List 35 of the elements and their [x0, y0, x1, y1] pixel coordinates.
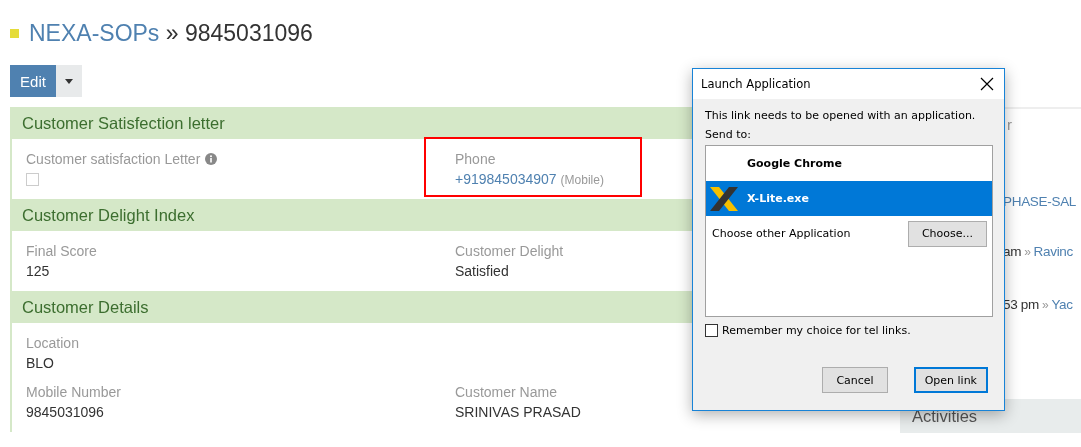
field-label: Phone [455, 151, 496, 167]
dialog-title: Launch Application [701, 77, 811, 91]
field-value: Satisfied [455, 263, 510, 279]
record-link[interactable]: PHASE-SAL [1003, 194, 1077, 209]
edit-button[interactable]: Edit [10, 65, 56, 97]
phone-type: (Mobile) [560, 173, 604, 187]
field-value: 9845031096 [26, 404, 105, 420]
field-value: SRINIVAS PRASAD [455, 404, 582, 420]
application-item[interactable]: X-Lite.exe [706, 181, 992, 216]
field-label: Location [26, 335, 79, 351]
field-label: Customer Delight [455, 243, 564, 259]
remember-label: Remember my choice for tel links. [722, 324, 911, 337]
choose-button[interactable]: Choose... [907, 220, 987, 247]
page-title: NEXA-SOPs » 9845031096 [29, 19, 313, 47]
close-button[interactable] [980, 77, 994, 91]
field-label: Customer satisfaction Letter [26, 151, 201, 167]
field-label: Final Score [26, 243, 97, 259]
separator: » [1024, 245, 1031, 259]
caret-icon [65, 78, 73, 84]
title-marker [10, 28, 19, 38]
send-to-label: Send to: [705, 128, 752, 141]
x-logo-icon [708, 185, 740, 212]
dialog-button[interactable]: Open link [913, 367, 988, 393]
dialog-button[interactable]: Cancel [822, 367, 888, 393]
checkbox[interactable] [705, 324, 718, 337]
panel-heading: r [1007, 116, 1012, 133]
field-value: BLO [26, 355, 55, 371]
separator: » [1042, 298, 1049, 312]
user-link[interactable]: Ravinc [1033, 244, 1073, 259]
field-label: Customer Name [455, 384, 557, 400]
field-label: Mobile Number [26, 384, 121, 400]
field-value: 125 [26, 263, 51, 279]
user-link[interactable]: Yac [1051, 297, 1073, 312]
dropdown-button[interactable] [56, 65, 82, 97]
phone-link[interactable]: +919845034907 [455, 171, 557, 187]
